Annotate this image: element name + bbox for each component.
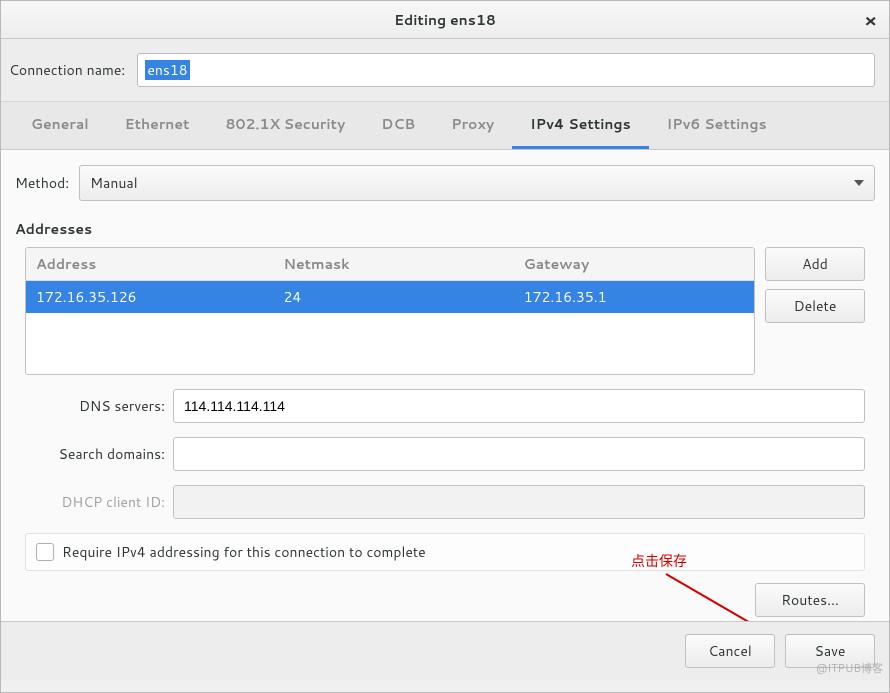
tabs: General Ethernet 802.1X Security DCB Pro… (1, 102, 889, 150)
dns-label: DNS servers: (25, 396, 165, 416)
addresses-header: Address Netmask Gateway (26, 248, 754, 281)
watermark: @ITPUB博客 (816, 660, 883, 676)
tab-ipv6-settings[interactable]: IPv6 Settings (649, 102, 785, 149)
method-label: Method: (15, 173, 69, 193)
tab-content-ipv4: Method: Manual Addresses Address Netmask… (1, 150, 889, 680)
method-row: Method: Manual (15, 165, 875, 201)
search-domains-label: Search domains: (25, 444, 165, 464)
delete-button[interactable]: Delete (765, 289, 865, 323)
cell-netmask: 24 (274, 281, 514, 313)
search-domains-input[interactable] (173, 437, 865, 471)
routes-row: Routes... (15, 571, 875, 617)
dns-input[interactable] (173, 389, 865, 423)
addresses-buttons: Add Delete (765, 247, 865, 375)
tab-security[interactable]: 802.1X Security (207, 102, 363, 149)
connection-name-selection: ens18 (145, 60, 189, 80)
require-ipv4-checkbox[interactable] (36, 543, 54, 561)
connection-name-input-wrap: ens18 (137, 53, 875, 87)
addresses-title: Addresses (15, 219, 875, 239)
col-netmask: Netmask (274, 248, 514, 280)
tab-general[interactable]: General (13, 102, 107, 149)
cancel-button[interactable]: Cancel (685, 634, 775, 668)
tab-dcb[interactable]: DCB (363, 102, 433, 149)
require-ipv4-label: Require IPv4 addressing for this connect… (62, 542, 426, 562)
cell-address: 172.16.35.126 (26, 281, 274, 313)
dialog-footer: Cancel Save (1, 621, 889, 680)
dialog-window: Editing ens18 × Connection name: ens18 G… (0, 0, 890, 693)
dhcp-client-label: DHCP client ID: (25, 492, 165, 512)
addresses-block: Address Netmask Gateway 172.16.35.126 24… (15, 247, 875, 375)
require-ipv4-row[interactable]: Require IPv4 addressing for this connect… (25, 533, 865, 571)
dhcp-client-input (173, 485, 865, 519)
connection-name-input[interactable] (137, 53, 875, 87)
add-button[interactable]: Add (765, 247, 865, 281)
titlebar: Editing ens18 × (1, 1, 889, 39)
connection-name-label: Connection name: (9, 60, 127, 80)
connection-name-row: Connection name: ens18 (1, 39, 889, 102)
chevron-down-icon (854, 180, 864, 186)
table-row[interactable]: 172.16.35.126 24 172.16.35.1 (26, 281, 754, 313)
method-select[interactable]: Manual (79, 165, 875, 201)
search-domains-row: Search domains: (15, 437, 875, 471)
window-title: Editing ens18 (394, 10, 496, 30)
dhcp-client-row: DHCP client ID: (15, 485, 875, 519)
method-value: Manual (90, 173, 137, 193)
routes-button[interactable]: Routes... (755, 583, 865, 617)
tab-ipv4-settings[interactable]: IPv4 Settings (512, 102, 648, 149)
col-gateway: Gateway (514, 248, 754, 280)
addresses-table[interactable]: Address Netmask Gateway 172.16.35.126 24… (25, 247, 755, 375)
tab-ethernet[interactable]: Ethernet (107, 102, 208, 149)
col-address: Address (26, 248, 274, 280)
cell-gateway: 172.16.35.1 (514, 281, 754, 313)
close-icon[interactable]: × (864, 7, 877, 33)
dns-row: DNS servers: (15, 389, 875, 423)
tab-proxy[interactable]: Proxy (433, 102, 512, 149)
